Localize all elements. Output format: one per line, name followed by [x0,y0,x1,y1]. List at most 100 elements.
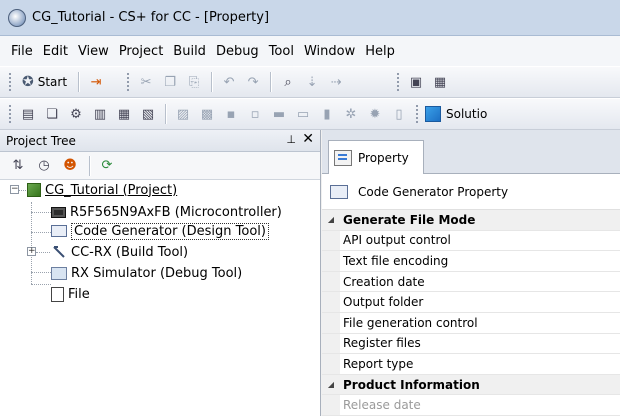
cut-icon[interactable]: ✂ [135,71,157,93]
window-layout-icon[interactable]: ▣ [405,71,427,93]
tree-connector-line [31,284,51,285]
tree-node-build-tool[interactable]: CC-RX (Build Tool) [51,242,188,262]
step-over-icon[interactable]: ▭ [292,103,314,125]
property-row[interactable]: File generation control [322,312,620,334]
category-row[interactable]: ◢ Generate File Mode [322,210,620,231]
build-icon[interactable]: ▥ [89,103,111,125]
collapse-arrow-icon[interactable]: ◢ [322,210,340,230]
toolbar-separator [165,104,166,124]
run-icon[interactable]: ▪ [220,103,242,125]
toolbar-grip[interactable] [396,72,401,92]
project-icon [27,183,41,197]
menu-project[interactable]: Project [114,44,168,59]
tree-node-file[interactable]: File [51,284,90,304]
category-label: Generate File Mode [343,212,476,227]
find-icon[interactable]: ⌕ [277,71,299,93]
find-next-icon[interactable]: ⇣ [301,71,323,93]
collapse-toggle[interactable]: − [10,185,19,194]
row-gutter [322,333,340,354]
toolbar-separator [89,155,90,176]
tree-node-label: CG_Tutorial (Project) [45,182,178,198]
row-gutter [322,271,340,292]
property-row[interactable]: Output folder [322,292,620,313]
row-gutter [322,292,340,312]
exit-icon[interactable]: ⇥ [85,71,107,93]
breakpoint-icon[interactable]: ✹ [364,103,386,125]
menu-debug[interactable]: Debug [211,44,264,59]
tree-node-label: R5F565N9AxFB (Microcontroller) [70,204,282,220]
paste-icon[interactable]: ⎘ [183,71,205,93]
step-into-icon[interactable]: ▬ [268,103,290,125]
menu-bar: File Edit View Project Build Debug Tool … [0,36,620,66]
close-icon[interactable]: ✕ [302,131,314,147]
toolbar-separator [270,72,272,92]
tree-connector-line [31,232,51,233]
property-row[interactable]: API output control [322,230,620,252]
collapse-arrow-icon[interactable]: ◢ [322,374,340,395]
tree-node-label: CC-RX (Build Tool) [71,244,189,260]
find-previous-icon[interactable]: ⇢ [325,71,347,93]
category-row[interactable]: ◢ Product Information [322,374,620,396]
tree-node-project[interactable]: CG_Tutorial (Project) [27,180,177,200]
property-row[interactable]: Register files [322,333,620,355]
code-generator-icon [330,184,348,199]
pin-icon[interactable]: ⊥ [286,133,296,146]
start-button[interactable]: ✪ Start [16,70,73,94]
tree-node-debug-tool[interactable]: RX Simulator (Debug Tool) [51,263,242,283]
menu-view[interactable]: View [73,44,114,59]
menu-tool[interactable]: Tool [264,44,299,59]
tree-connector-line [31,212,51,213]
connect-icon[interactable]: ▩ [196,103,218,125]
property-label: Report type [343,356,414,371]
project-tree-icon[interactable]: ▤ [17,103,39,125]
step-out-icon[interactable]: ▮ [316,103,338,125]
copy-icon[interactable]: ❐ [159,71,181,93]
menu-window[interactable]: Window [299,44,360,59]
toolbar-grip[interactable] [126,72,131,92]
open-file-icon[interactable]: ❏ [41,103,63,125]
reset-icon[interactable]: ✲ [340,103,362,125]
download-icon[interactable]: ▨ [172,103,194,125]
menu-help[interactable]: Help [360,44,400,59]
tab-property[interactable]: Property [328,140,424,174]
property-label: Creation date [343,274,425,289]
window-split-icon[interactable]: ▦ [429,71,451,93]
property-row[interactable]: Text file encoding [322,251,620,272]
clean-icon[interactable]: ▧ [137,103,159,125]
property-row[interactable]: Release date [322,395,620,416]
menu-build[interactable]: Build [168,44,211,59]
property-tabstrip: Property [322,130,620,174]
project-tree-header: Project Tree ⊥ ✕ [0,130,320,152]
rebuild-icon[interactable]: ▦ [113,103,135,125]
solution-button[interactable]: Solutio [423,106,487,122]
tree-node-code-generator[interactable]: Code Generator (Design Tool) [51,221,269,241]
property-icon[interactable]: ◷ [33,155,55,177]
property-label: Text file encoding [343,253,449,268]
redo-icon[interactable]: ↷ [242,71,264,93]
toolbar-separator [211,72,213,92]
title-bar: CG_Tutorial - CS+ for CC - [Property] [0,0,620,36]
stop-icon[interactable]: ▫ [244,103,266,125]
property-row[interactable]: Creation date [322,271,620,293]
refresh-icon[interactable]: ⟳ [96,155,118,177]
tree-node-microcontroller[interactable]: R5F565N9AxFB (Microcontroller) [51,202,282,222]
toolbar-grip[interactable] [8,104,12,124]
code-generator-icon [51,225,67,237]
row-gutter [322,312,340,333]
user-icon[interactable]: ☻ [59,155,81,177]
tree-node-label: File [68,286,90,302]
solution-label: Solutio [446,107,488,121]
debug-tool-icon[interactable]: ⚙ [65,103,87,125]
property-row[interactable]: Report type [322,354,620,375]
tree-node-label: Code Generator (Design Tool) [71,222,269,240]
toolbar-grip[interactable] [415,104,419,124]
expand-toggle[interactable]: + [27,247,36,256]
menu-file[interactable]: File [6,44,38,59]
start-icon: ✪ [22,74,34,90]
watch-icon[interactable]: ▯ [388,103,410,125]
undo-icon[interactable]: ↶ [218,71,240,93]
menu-edit[interactable]: Edit [38,44,73,59]
toolbar-grip[interactable] [8,72,12,92]
sort-icon[interactable]: ⇅ [7,155,29,177]
start-label: Start [37,75,68,89]
